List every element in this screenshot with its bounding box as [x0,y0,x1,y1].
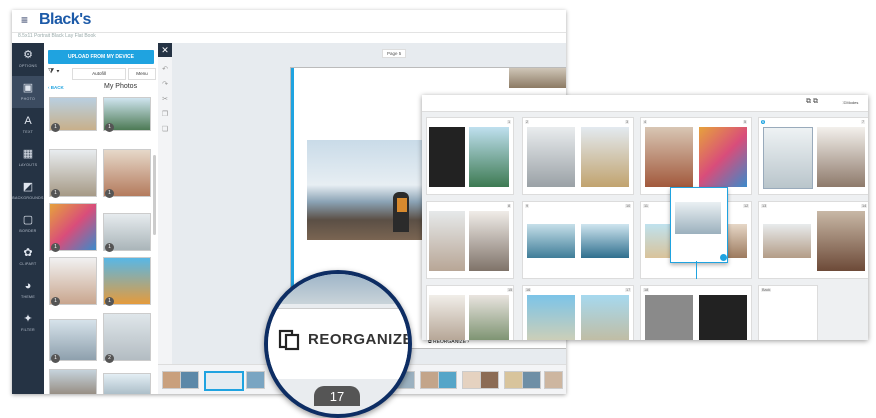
usage-badge: 1 [51,189,60,198]
paste-icon[interactable]: ❏ [158,125,172,133]
text-icon: A [24,115,32,127]
copy-icon[interactable]: ❐ [158,110,172,118]
magnified-toolbar: REORGANIZE [268,308,408,379]
photo-panel: UPLOAD FROM MY DEVICE ⧩ ▾ Autofill Menu … [44,43,159,394]
cut-icon[interactable]: ✂ [158,95,172,103]
close-panel-icon[interactable]: ✕ [158,43,172,57]
backpack-figure [397,198,407,212]
top-bar: ≡ Black's [12,10,566,33]
strip-page[interactable] [522,371,541,389]
grid-toolbar: ⧉ ⧉ ⤨ Modes [422,95,868,112]
sparkle-icon: ✦ [23,313,33,325]
spread-cell[interactable]: 15 [426,285,514,340]
sidebar-item-clipart[interactable]: ✿ CLIPART [12,241,44,273]
photo-icon: ▣ [22,82,34,94]
spread-cell[interactable]: 2 3 [522,117,634,195]
usage-badge: 1 [51,354,60,363]
filter-dropdown[interactable]: ⧩ ▾ [48,68,66,78]
usage-badge: 1 [105,189,114,198]
hamburger-menu-icon[interactable]: ≡ [21,13,28,27]
strip-page[interactable] [162,371,181,389]
spread-cell[interactable]: 4 5 [640,117,752,195]
spread-cell[interactable]: 8 [426,201,514,279]
strip-page[interactable] [438,371,457,389]
modes-button[interactable]: ⤨ Modes [842,100,858,105]
strip-page[interactable] [462,371,481,389]
brand-logo: Black's [39,11,91,28]
page-label: Page 5 [382,49,407,58]
sidebar-item-text[interactable]: A TEXT [12,109,44,141]
page-number-tab: 17 [314,386,360,406]
spread-cell[interactable]: 6 7 [758,117,868,195]
back-link[interactable]: ‹ BACK [48,85,64,90]
spread-cell[interactable]: 9 10 [522,201,634,279]
drag-handle-icon[interactable] [720,254,727,261]
layout-icon: ▦ [22,148,34,160]
layout-toggle-icon[interactable]: ⧉ ⧉ [806,98,818,106]
spread-cell[interactable]: 13 14 [758,201,868,279]
spread-cell-back[interactable]: Back [758,285,818,340]
clipart-icon: ✿ [23,247,33,259]
reorganize-icon [278,329,300,351]
menu-button[interactable]: Menu [128,68,156,80]
strip-page[interactable] [246,371,265,389]
spread-cell[interactable]: 16 17 [522,285,634,340]
strip-page[interactable] [504,371,523,389]
usage-badge: 2 [105,354,114,363]
usage-badge: 1 [51,297,60,306]
border-icon: ▢ [22,214,34,226]
photo-thumb[interactable] [49,369,97,394]
tool-sidebar: ⚙ OPTIONS ▣ PHOTO A TEXT ▦ LAYOUTS ◩ BAC… [12,43,44,394]
photo-thumb[interactable] [103,373,151,394]
magnified-photo-strip [268,274,408,304]
sidebar-item-border[interactable]: ▢ BORDER [12,208,44,240]
upload-button[interactable]: UPLOAD FROM MY DEVICE [48,50,154,64]
sidebar-item-layouts[interactable]: ▦ LAYOUTS [12,142,44,174]
sidebar-item-photo[interactable]: ▣ PHOTO [12,76,44,108]
spread-cell[interactable]: 18 [640,285,752,340]
usage-badge: 1 [51,243,60,252]
palette-icon: ◕ [24,280,32,292]
magnifier-callout: REORGANIZE 17 [264,270,412,418]
product-subtitle: 8.5x11 Portrait Black Lay Flat Book [18,33,96,39]
undo-icon[interactable]: ↶ [158,65,172,73]
sidebar-item-filter[interactable]: ✦ FILTER [12,307,44,339]
sidebar-item-theme[interactable]: ◕ THEME [12,274,44,306]
strip-page-selected[interactable] [204,371,244,391]
panel-scrollbar[interactable] [153,155,156,235]
sidebar-item-backgrounds[interactable]: ◩ BACKGROUNDS [12,175,44,207]
usage-badge: 1 [105,297,114,306]
filter-icon: ⧩ ▾ [48,68,60,75]
sidebar-item-options[interactable]: ⚙ OPTIONS [12,43,44,75]
spread-cell[interactable]: 1 [426,117,514,195]
usage-badge: 1 [51,123,60,132]
strip-page[interactable] [420,371,439,389]
strip-page[interactable] [544,371,563,389]
edit-toolbar: ✕ ↶ ↷ ✂ ❐ ❏ [158,43,173,394]
background-icon: ◩ [22,181,34,193]
strip-page[interactable] [480,371,499,389]
reorganize-label[interactable]: REORGANIZE [308,331,408,348]
usage-badge: 1 [105,243,114,252]
page-photo-small[interactable] [509,68,566,88]
dragged-page-card[interactable] [670,187,728,263]
usage-badge: 1 [105,123,114,132]
autofill-button[interactable]: Autofill [72,68,126,80]
redo-icon[interactable]: ↷ [158,80,172,88]
sliders-icon: ⚙ [23,49,33,61]
panel-title: My Photos [104,83,138,90]
reorganize-grid-window: ⧉ ⧉ ⤨ Modes 1 2 3 4 5 6 7 8 9 10 11 12 1… [422,95,868,340]
drop-indicator-line [696,261,697,279]
dragged-page-photo [675,202,721,234]
strip-page[interactable] [180,371,199,389]
